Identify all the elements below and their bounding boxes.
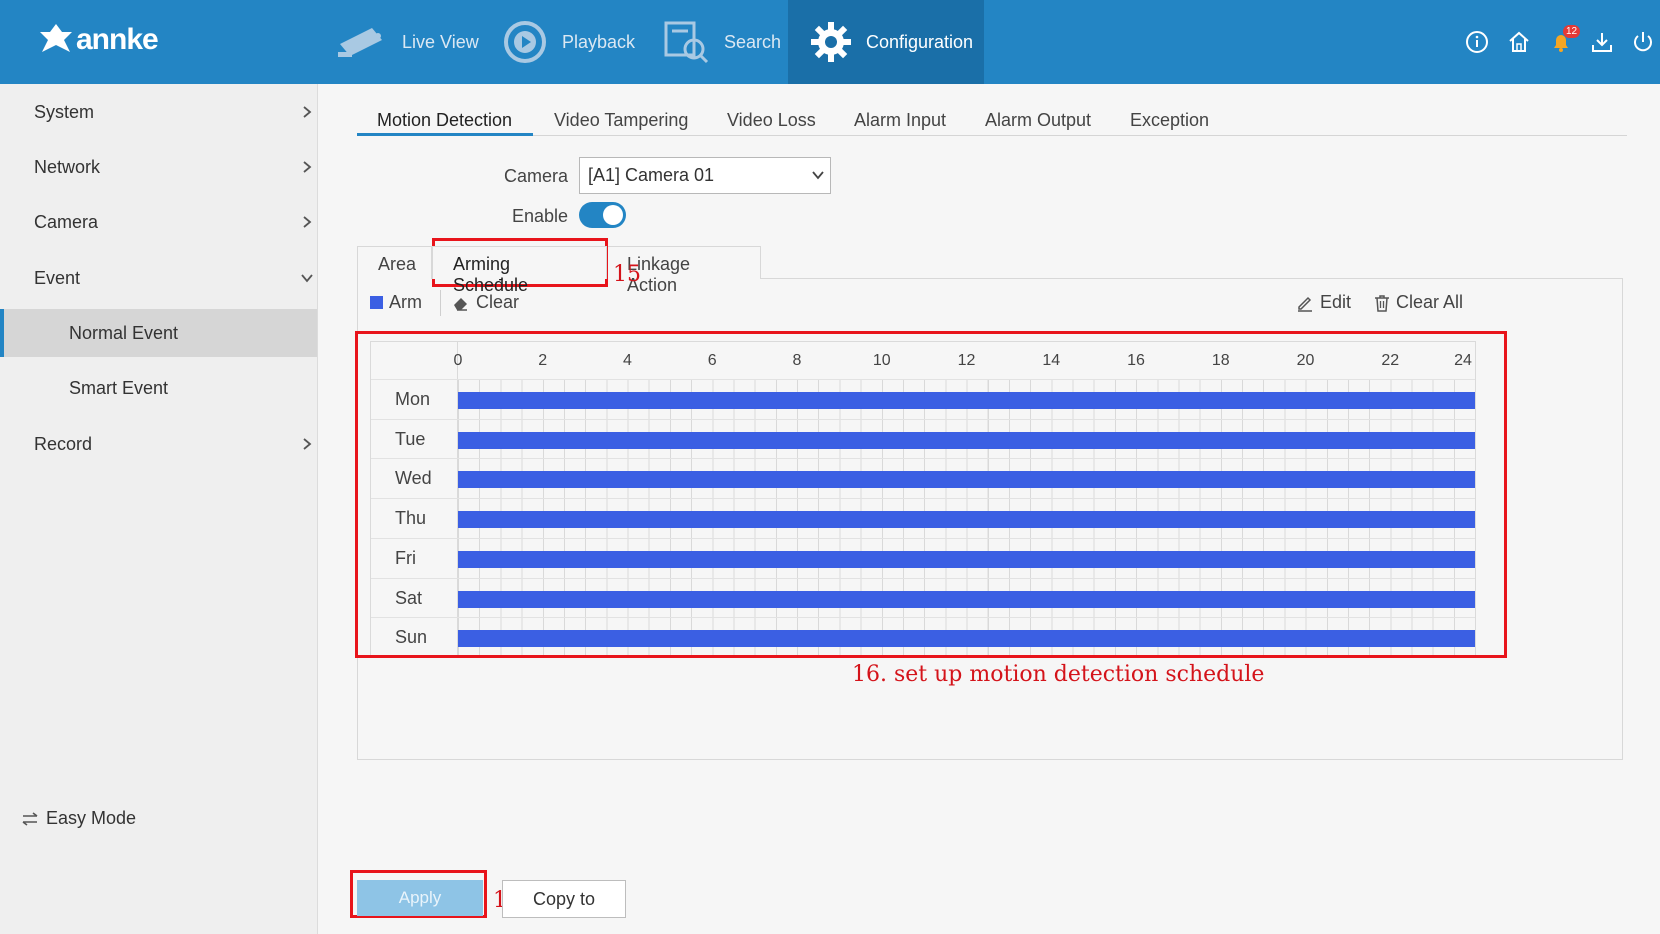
tab-video-loss[interactable]: Video Loss xyxy=(727,110,816,131)
search-icon xyxy=(664,21,709,64)
pencil-icon xyxy=(1298,296,1312,312)
chevron-down-icon xyxy=(301,274,313,283)
annke-logo-icon xyxy=(40,24,72,52)
arm-tool-label: Arm xyxy=(389,292,422,312)
clear-all-tool[interactable]: Clear All xyxy=(1374,292,1463,313)
power-icon[interactable] xyxy=(1631,30,1655,54)
annotation-step-15: 15 xyxy=(613,262,641,287)
enable-label: Enable xyxy=(511,206,568,226)
brand-logo: annke xyxy=(38,22,159,58)
clear-all-tool-label: Clear All xyxy=(1396,292,1464,312)
chevron-down-icon xyxy=(812,171,824,180)
copy-to-button[interactable]: Copy to xyxy=(502,880,626,918)
apply-button[interactable]: Apply xyxy=(357,880,483,916)
chevron-right-icon xyxy=(303,106,312,118)
nav-live-view-label: Live View xyxy=(402,31,479,52)
nav-live-view[interactable]: Live View xyxy=(336,0,479,84)
sidebar-item-label: Normal Event xyxy=(69,322,179,343)
camera-select-value: [A1] Camera 01 xyxy=(588,165,715,185)
arm-tool[interactable]: Arm xyxy=(370,292,422,313)
sidebar-item-label: Event xyxy=(34,267,81,288)
enable-toggle[interactable] xyxy=(579,202,626,228)
top-header: annke Live View Playback Search Configur… xyxy=(0,0,1660,84)
chevron-right-icon xyxy=(303,216,312,228)
camera-label: Camera xyxy=(503,166,568,186)
edit-tool[interactable]: Edit xyxy=(1296,292,1351,313)
tab-video-tampering[interactable]: Video Tampering xyxy=(554,110,688,131)
easy-mode-link[interactable]: Easy Mode xyxy=(22,808,136,829)
camera-icon xyxy=(338,28,382,57)
sidebar-item-label: Network xyxy=(34,156,101,177)
annotation-step-16: 16. set up motion detection schedule xyxy=(852,662,1265,687)
sidebar-item-camera[interactable]: Camera xyxy=(0,198,317,246)
notification-badge: 12 xyxy=(1563,25,1581,38)
nav-configuration[interactable]: Configuration xyxy=(788,0,984,84)
home-icon[interactable] xyxy=(1507,30,1531,54)
tab-alarm-input[interactable]: Alarm Input xyxy=(854,110,946,131)
sidebar: System Network Camera Event Normal Event… xyxy=(0,84,318,934)
nav-search[interactable]: Search xyxy=(664,0,781,84)
sidebar-item-network[interactable]: Network xyxy=(0,143,317,191)
playback-icon xyxy=(504,21,546,63)
toggle-knob xyxy=(603,205,623,225)
sidebar-item-event[interactable]: Event xyxy=(0,254,317,302)
event-tabs: Motion Detection Video Tampering Video L… xyxy=(357,104,1627,136)
sidebar-item-normal-event[interactable]: Normal Event xyxy=(0,309,317,357)
annotation-box-schedule xyxy=(355,331,1507,658)
camera-select[interactable]: [A1] Camera 01 xyxy=(579,157,831,194)
download-icon[interactable] xyxy=(1590,30,1614,54)
easy-mode-label: Easy Mode xyxy=(46,808,137,828)
brand-name: annke xyxy=(76,23,159,56)
tab-motion-detection[interactable]: Motion Detection xyxy=(377,110,512,131)
eraser-icon xyxy=(454,297,467,311)
subtab-arming-schedule[interactable]: Arming Schedule xyxy=(432,246,607,295)
gear-icon xyxy=(811,22,851,62)
sidebar-item-smart-event[interactable]: Smart Event xyxy=(0,364,317,412)
chevron-right-icon xyxy=(303,161,312,173)
chevron-right-icon xyxy=(303,438,312,450)
subtab-area[interactable]: Area xyxy=(357,246,432,279)
sidebar-item-label: Camera xyxy=(34,211,99,232)
sidebar-item-record[interactable]: Record xyxy=(0,420,317,468)
arm-color-swatch xyxy=(370,296,383,309)
tab-alarm-output[interactable]: Alarm Output xyxy=(985,110,1091,131)
sidebar-item-system[interactable]: System xyxy=(0,88,317,136)
nav-playback-label: Playback xyxy=(562,31,636,52)
edit-tool-label: Edit xyxy=(1320,292,1352,312)
nav-configuration-label: Configuration xyxy=(866,31,974,52)
sidebar-item-label: System xyxy=(34,101,95,122)
trash-icon xyxy=(1375,294,1389,312)
nav-search-label: Search xyxy=(724,31,782,52)
info-icon[interactable] xyxy=(1465,30,1489,54)
toolbar-divider xyxy=(440,290,441,316)
sidebar-item-label: Record xyxy=(34,433,93,454)
swap-icon xyxy=(22,811,38,826)
tab-exception[interactable]: Exception xyxy=(1130,110,1209,131)
sidebar-item-label: Smart Event xyxy=(69,377,169,398)
active-tab-indicator xyxy=(357,133,533,136)
nav-playback[interactable]: Playback xyxy=(502,0,635,84)
